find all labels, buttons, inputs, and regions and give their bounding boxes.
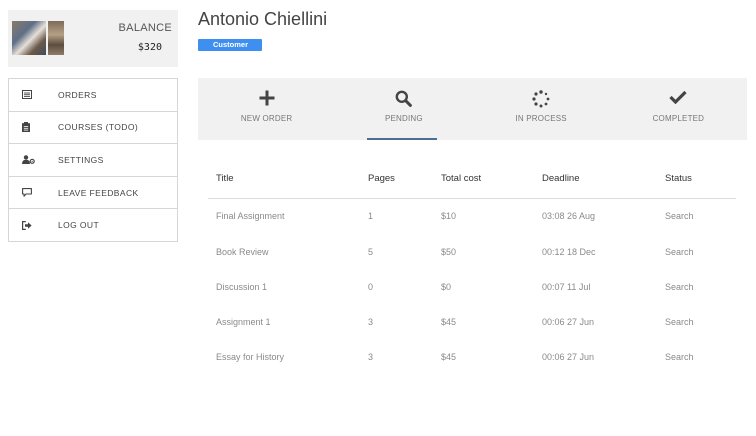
sidebar-item-feedback[interactable]: LEAVE FEEDBACK — [9, 176, 177, 210]
tab-label: PENDING — [384, 114, 423, 123]
sidebar-item-label: LOG OUT — [58, 220, 100, 231]
tab-label: IN PROCESS — [515, 114, 567, 123]
role-badge: Customer — [198, 39, 262, 51]
table-row[interactable]: Book Review 5 $50 00:12 18 Dec Search — [208, 234, 736, 269]
balance-card: BALANCE $320 — [8, 10, 178, 67]
tab-pending[interactable]: PENDING — [335, 78, 472, 140]
sidebar-item-label: SETTINGS — [58, 154, 104, 165]
order-cost: $45 — [441, 316, 457, 327]
order-title[interactable]: Book Review — [208, 234, 360, 269]
tab-new-order[interactable]: NEW ORDER — [198, 78, 335, 140]
tab-label: COMPLETED — [652, 114, 705, 123]
check-icon — [610, 90, 747, 104]
order-pages: 1 — [368, 211, 374, 222]
clipboard-icon — [9, 122, 58, 133]
order-cost: $0 — [441, 281, 452, 292]
user-gear-icon — [9, 155, 58, 165]
order-title[interactable]: Final Assignment — [208, 198, 360, 234]
table-row[interactable]: Assignment 1 3 $45 00:06 27 Jun Search — [208, 304, 736, 339]
sidebar-item-courses[interactable]: COURSES (TODO) — [9, 111, 177, 145]
table-row[interactable]: Final Assignment 1 $10 03:08 26 Aug Sear… — [208, 198, 736, 234]
user-name: Antonio Chiellini — [198, 9, 328, 29]
sidebar-menu: ORDERS COURSES (TODO) SETTINGS LEAVE FEE… — [8, 78, 178, 242]
order-status: Search — [665, 316, 694, 327]
balance-amount: $320 — [137, 42, 162, 53]
column-header-pages: Pages — [360, 160, 433, 199]
sidebar-item-settings[interactable]: SETTINGS — [9, 144, 177, 177]
order-status: Search — [665, 351, 694, 362]
sidebar-item-logout[interactable]: LOG OUT — [9, 209, 177, 242]
order-deadline: 00:07 11 Jul — [542, 281, 591, 292]
sign-out-icon — [9, 220, 58, 230]
sidebar-item-label: COURSES (TODO) — [58, 122, 139, 133]
balance-label: BALANCE — [118, 22, 172, 34]
order-cost: $50 — [441, 246, 457, 257]
sidebar-item-label: ORDERS — [58, 89, 97, 100]
order-title[interactable]: Assignment 1 — [208, 304, 360, 339]
table-row[interactable]: Essay for History 3 $45 00:06 27 Jun Sea… — [208, 339, 736, 374]
order-deadline: 00:06 27 Jun — [542, 316, 595, 327]
search-icon — [335, 90, 472, 107]
orders-table: Title Pages Total cost Deadline Status F… — [208, 160, 736, 374]
sidebar-item-label: LEAVE FEEDBACK — [58, 187, 139, 198]
order-status: Search — [665, 281, 694, 292]
order-status: Search — [665, 211, 694, 222]
order-pages: 0 — [368, 281, 374, 292]
table-row[interactable]: Discussion 1 0 $0 00:07 11 Jul Search — [208, 269, 736, 304]
order-deadline: 00:12 18 Dec — [542, 246, 596, 257]
column-header-title: Title — [208, 160, 360, 199]
avatar-photo-secondary — [48, 21, 64, 55]
table-header-row: Title Pages Total cost Deadline Status — [208, 160, 736, 199]
order-title[interactable]: Essay for History — [208, 339, 360, 374]
tab-completed[interactable]: COMPLETED — [610, 78, 747, 140]
order-cost: $45 — [441, 351, 457, 362]
list-icon — [9, 90, 58, 100]
order-title[interactable]: Discussion 1 — [208, 269, 360, 304]
column-header-cost: Total cost — [433, 160, 534, 199]
sidebar-item-orders[interactable]: ORDERS — [9, 79, 177, 112]
spinner-icon — [473, 90, 610, 108]
order-pages: 3 — [368, 316, 374, 327]
tab-in-process[interactable]: IN PROCESS — [473, 78, 610, 140]
plus-icon — [198, 90, 335, 106]
avatar[interactable] — [12, 21, 64, 55]
column-header-deadline: Deadline — [534, 160, 657, 199]
order-pages: 3 — [368, 351, 374, 362]
order-status: Search — [665, 246, 694, 257]
comment-icon — [9, 188, 58, 197]
order-deadline: 00:06 27 Jun — [542, 351, 595, 362]
tab-label: NEW ORDER — [240, 114, 293, 123]
order-pages: 5 — [368, 246, 374, 257]
avatar-photo — [12, 21, 46, 55]
order-cost: $10 — [441, 211, 457, 222]
order-deadline: 03:08 26 Aug — [542, 211, 596, 222]
order-status-tabs: NEW ORDER PENDING IN PROCESS COMPLETED — [198, 78, 747, 140]
column-header-status: Status — [657, 160, 736, 199]
